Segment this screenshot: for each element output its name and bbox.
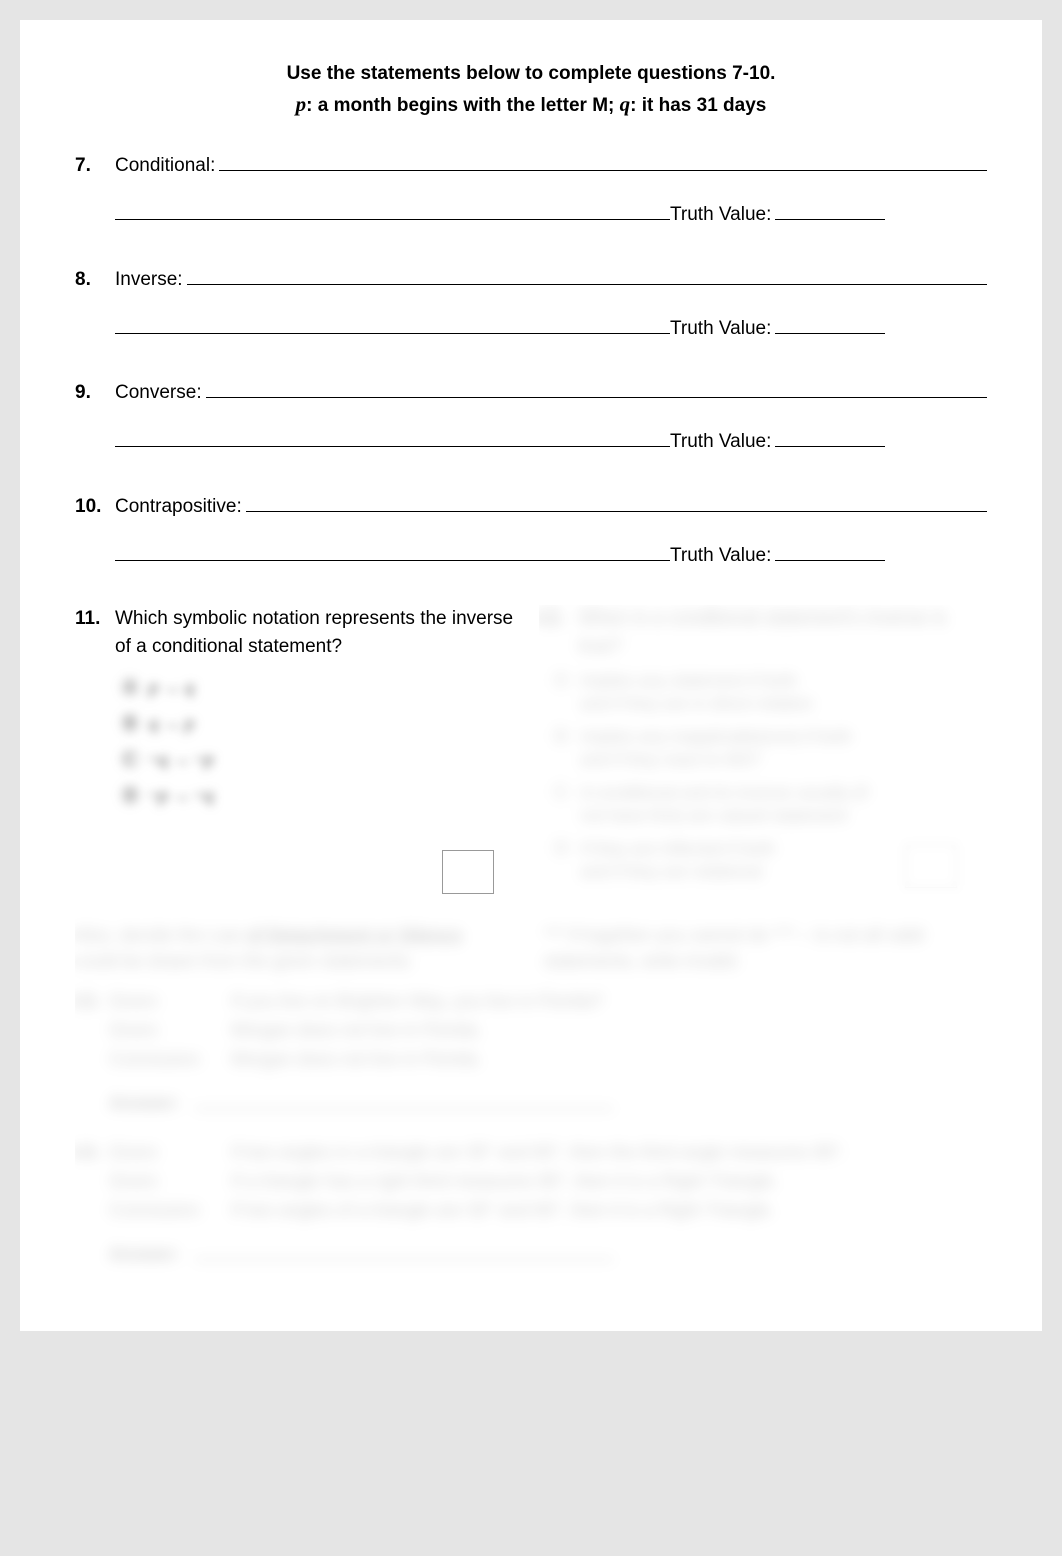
answer-label: Answer: — [109, 1241, 180, 1269]
q-label: Inverse: — [115, 269, 183, 291]
question-8: 8. Inverse: Truth Value: — [75, 264, 987, 340]
truth-value-blank[interactable] — [775, 540, 885, 561]
truth-value-blank[interactable] — [775, 313, 885, 334]
truth-value-label: Truth Value: — [670, 545, 771, 567]
truth-value-label: Truth Value: — [670, 204, 771, 226]
answer-blank-continued[interactable] — [115, 313, 670, 334]
var-p: p — [296, 92, 307, 116]
choice-a[interactable]: Ⓐ Implies any statement if bothand if th… — [553, 670, 988, 716]
truth-value-blank[interactable] — [775, 426, 885, 447]
lower-section: Also, decide the Law of Detachment or Si… — [75, 894, 987, 1291]
question-10: 10. Contrapositive: Truth Value: — [75, 491, 987, 567]
q12-text: When is a conditional statement's invers… — [579, 605, 988, 660]
answer-blank[interactable] — [194, 1242, 614, 1260]
answer-box[interactable] — [442, 850, 494, 894]
answer-label: Answer: — [109, 1090, 180, 1118]
worksheet-page: Use the statements below to complete que… — [20, 20, 1042, 1331]
q-label: Contrapositive: — [115, 496, 242, 518]
section-instructions: Also, decide the Law of Detachment or Si… — [75, 922, 987, 974]
question-13: 13. Given:If you live on Brighten Way, y… — [75, 988, 987, 1136]
choice-c[interactable]: Ⓒ ~q → ~p — [121, 746, 524, 772]
q-number: 10. — [75, 496, 115, 518]
question-9: 9. Converse: Truth Value: — [75, 378, 987, 454]
q-number: 13. — [75, 988, 109, 1136]
q-number: 7. — [75, 155, 115, 177]
q-number: 14. — [75, 1139, 109, 1287]
truth-value-label: Truth Value: — [670, 431, 771, 453]
choice-c[interactable]: Ⓒ A conditional and its inverse usually … — [553, 782, 988, 828]
question-12: 12. When is a conditional statement's in… — [539, 605, 988, 894]
header-line1: Use the statements below to complete que… — [75, 60, 987, 89]
header-instructions: Use the statements below to complete que… — [75, 60, 987, 120]
answer-box[interactable] — [905, 844, 957, 888]
header-line2: p: a month begins with the letter M; q: … — [75, 89, 987, 121]
q11-q12-row: 11. Which symbolic notation represents t… — [75, 605, 987, 894]
var-q: q — [620, 92, 631, 116]
question-11: 11. Which symbolic notation represents t… — [75, 605, 524, 894]
q-number: 12. — [539, 605, 579, 660]
q-label: Conditional: — [115, 155, 215, 177]
choice-b[interactable]: Ⓑ q → p — [121, 710, 524, 736]
answer-blank[interactable] — [206, 378, 987, 399]
answer-blank-continued[interactable] — [115, 540, 670, 561]
question-7: 7. Conditional: Truth Value: — [75, 150, 987, 226]
q11-text: Which symbolic notation represents the i… — [115, 605, 524, 660]
answer-blank-continued[interactable] — [115, 426, 670, 447]
q-number: 9. — [75, 382, 115, 404]
answer-blank[interactable] — [219, 150, 987, 171]
choice-b[interactable]: Ⓑ Implies any inapplicable(one) if botha… — [553, 726, 988, 772]
answer-blank-continued[interactable] — [115, 199, 670, 220]
q-number: 8. — [75, 269, 115, 291]
q-label: Converse: — [115, 382, 202, 404]
truth-value-blank[interactable] — [775, 199, 885, 220]
q-number: 11. — [75, 608, 115, 630]
truth-value-label: Truth Value: — [670, 318, 771, 340]
choice-d[interactable]: Ⓓ ~p → ~q — [121, 782, 524, 808]
answer-blank[interactable] — [246, 491, 987, 512]
question-14: 14. Given:If two angles in a triangle ar… — [75, 1139, 987, 1287]
choice-a[interactable]: Ⓐ p → q — [121, 674, 524, 700]
answer-blank[interactable] — [194, 1091, 614, 1109]
answer-blank[interactable] — [187, 264, 987, 285]
